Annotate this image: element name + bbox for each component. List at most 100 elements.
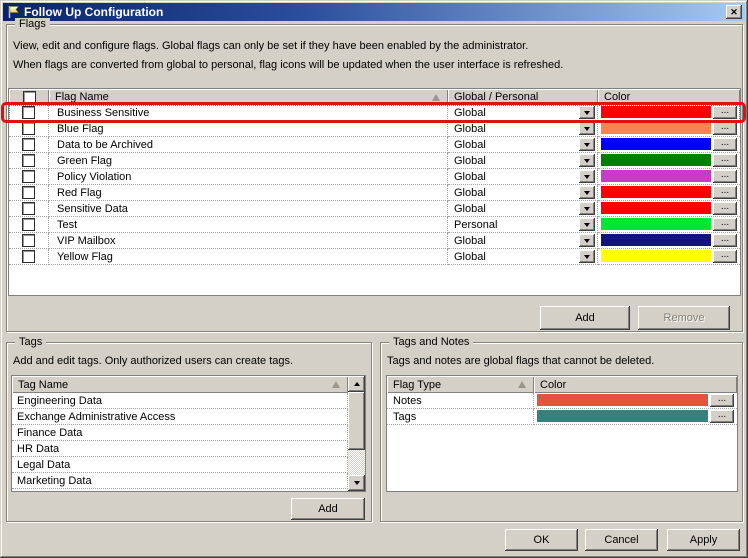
tag-list-item[interactable]: HR Data [12,441,348,457]
select-all-checkbox[interactable] [22,90,36,104]
flag-scope-value: Global [454,170,486,183]
title-bar: Follow Up Configuration ✕ [3,3,745,21]
flag-row: Yellow Flag Global... [9,249,740,265]
flag-color-cell: ... [598,233,740,249]
column-header-tag-name[interactable]: Tag Name [12,376,348,393]
flag-checkbox[interactable] [22,218,35,231]
flag-scope-dropdown[interactable]: Global [448,137,598,153]
flag-color-cell: ... [598,201,740,217]
select-all-header-cell [9,89,49,105]
flag-scope-dropdown[interactable]: Global [448,249,598,265]
flag-color-swatch [601,154,711,166]
color-picker-button[interactable]: ... [713,121,737,135]
color-picker-button[interactable]: ... [713,249,737,263]
ok-button[interactable]: OK [505,529,578,551]
close-icon[interactable]: ✕ [726,5,742,19]
flag-checkbox[interactable] [22,250,35,263]
color-picker-button[interactable]: ... [710,393,734,407]
dropdown-button[interactable] [579,122,595,135]
flag-type-name: Tags [387,409,534,425]
flag-checkbox-cell [9,249,49,265]
color-picker-button[interactable]: ... [713,137,737,151]
dropdown-button[interactable] [579,186,595,199]
flag-row: Blue Flag Global... [9,121,740,137]
flag-scope-dropdown[interactable]: Global [448,153,598,169]
scroll-up-button[interactable] [348,376,365,392]
sort-ascending-icon [332,381,340,388]
flag-scope-dropdown[interactable]: Global [448,169,598,185]
color-picker-button[interactable]: ... [713,105,737,119]
cancel-button[interactable]: Cancel [585,529,658,551]
dropdown-button[interactable] [579,170,595,183]
flag-scope-value: Global [454,106,486,119]
add-flag-button[interactable]: Add [540,306,630,330]
column-header-scope[interactable]: Global / Personal [448,89,598,105]
flag-row: Sensitive Data Global... [9,201,740,217]
flag-scope-value: Global [454,250,486,263]
scroll-down-button[interactable] [348,475,365,491]
chevron-down-icon [353,481,360,485]
flag-checkbox[interactable] [22,186,35,199]
dropdown-button[interactable] [579,154,595,167]
flag-color-swatch [601,106,711,118]
flag-checkbox[interactable] [22,234,35,247]
apply-button[interactable]: Apply [667,529,740,551]
flag-type-name: Notes [387,393,534,409]
flag-color-cell: ... [598,105,740,121]
flag-color-swatch [601,218,711,230]
flag-scope-dropdown[interactable]: Global [448,233,598,249]
column-header-color[interactable]: Color [598,89,740,105]
flag-row: Test Personal... [9,217,740,233]
flag-scope-dropdown[interactable]: Global [448,185,598,201]
flag-checkbox[interactable] [22,106,35,119]
flag-checkbox[interactable] [22,154,35,167]
color-picker-button[interactable]: ... [713,153,737,167]
flag-checkbox-cell [9,169,49,185]
tag-list-item[interactable]: Exchange Administrative Access [12,409,348,425]
dropdown-button[interactable] [579,106,595,119]
flag-checkbox-cell [9,233,49,249]
color-picker-button[interactable]: ... [713,233,737,247]
color-picker-button[interactable]: ... [713,185,737,199]
flag-scope-dropdown[interactable]: Personal [448,217,598,233]
color-picker-button[interactable]: ... [713,169,737,183]
flag-color-swatch [601,138,711,150]
dropdown-button[interactable] [579,138,595,151]
tags-group-label: Tags [15,336,47,348]
flag-checkbox[interactable] [22,122,35,135]
tag-list-item[interactable]: Legal Data [12,457,348,473]
remove-flag-button[interactable]: Remove [638,306,730,330]
tag-list-item[interactable]: Marketing Data [12,473,348,489]
flag-scope-value: Global [454,122,486,135]
tag-list-item[interactable]: Finance Data [12,425,348,441]
column-header-flag-type[interactable]: Flag Type [387,376,534,393]
flag-color-cell: ... [598,185,740,201]
chevron-down-icon [584,158,590,163]
flag-color-cell: ... [598,121,740,137]
dropdown-button[interactable] [579,250,595,263]
dropdown-button[interactable] [579,218,595,231]
chevron-down-icon [584,126,590,131]
chevron-down-icon [584,174,590,179]
dropdown-button[interactable] [579,202,595,215]
dropdown-button[interactable] [579,234,595,247]
window-title: Follow Up Configuration [24,5,164,19]
flag-checkbox[interactable] [22,170,35,183]
color-picker-button[interactable]: ... [713,217,737,231]
add-tag-button[interactable]: Add [291,498,365,520]
flag-checkbox[interactable] [22,202,35,215]
tags-scrollbar[interactable] [348,376,365,491]
flag-scope-dropdown[interactable]: Global [448,105,598,121]
flag-scope-dropdown[interactable]: Global [448,121,598,137]
column-header-color[interactable]: Color [534,376,737,393]
flag-checkbox[interactable] [22,138,35,151]
color-picker-button[interactable]: ... [713,201,737,215]
flag-scope-value: Global [454,154,486,167]
tag-list-item[interactable]: Engineering Data [12,393,348,409]
sort-ascending-icon [432,93,440,101]
scrollbar-thumb[interactable] [348,392,365,450]
chevron-down-icon [584,142,590,147]
column-header-flag-name[interactable]: Flag Name [49,89,448,105]
color-picker-button[interactable]: ... [710,409,734,423]
flag-scope-dropdown[interactable]: Global [448,201,598,217]
